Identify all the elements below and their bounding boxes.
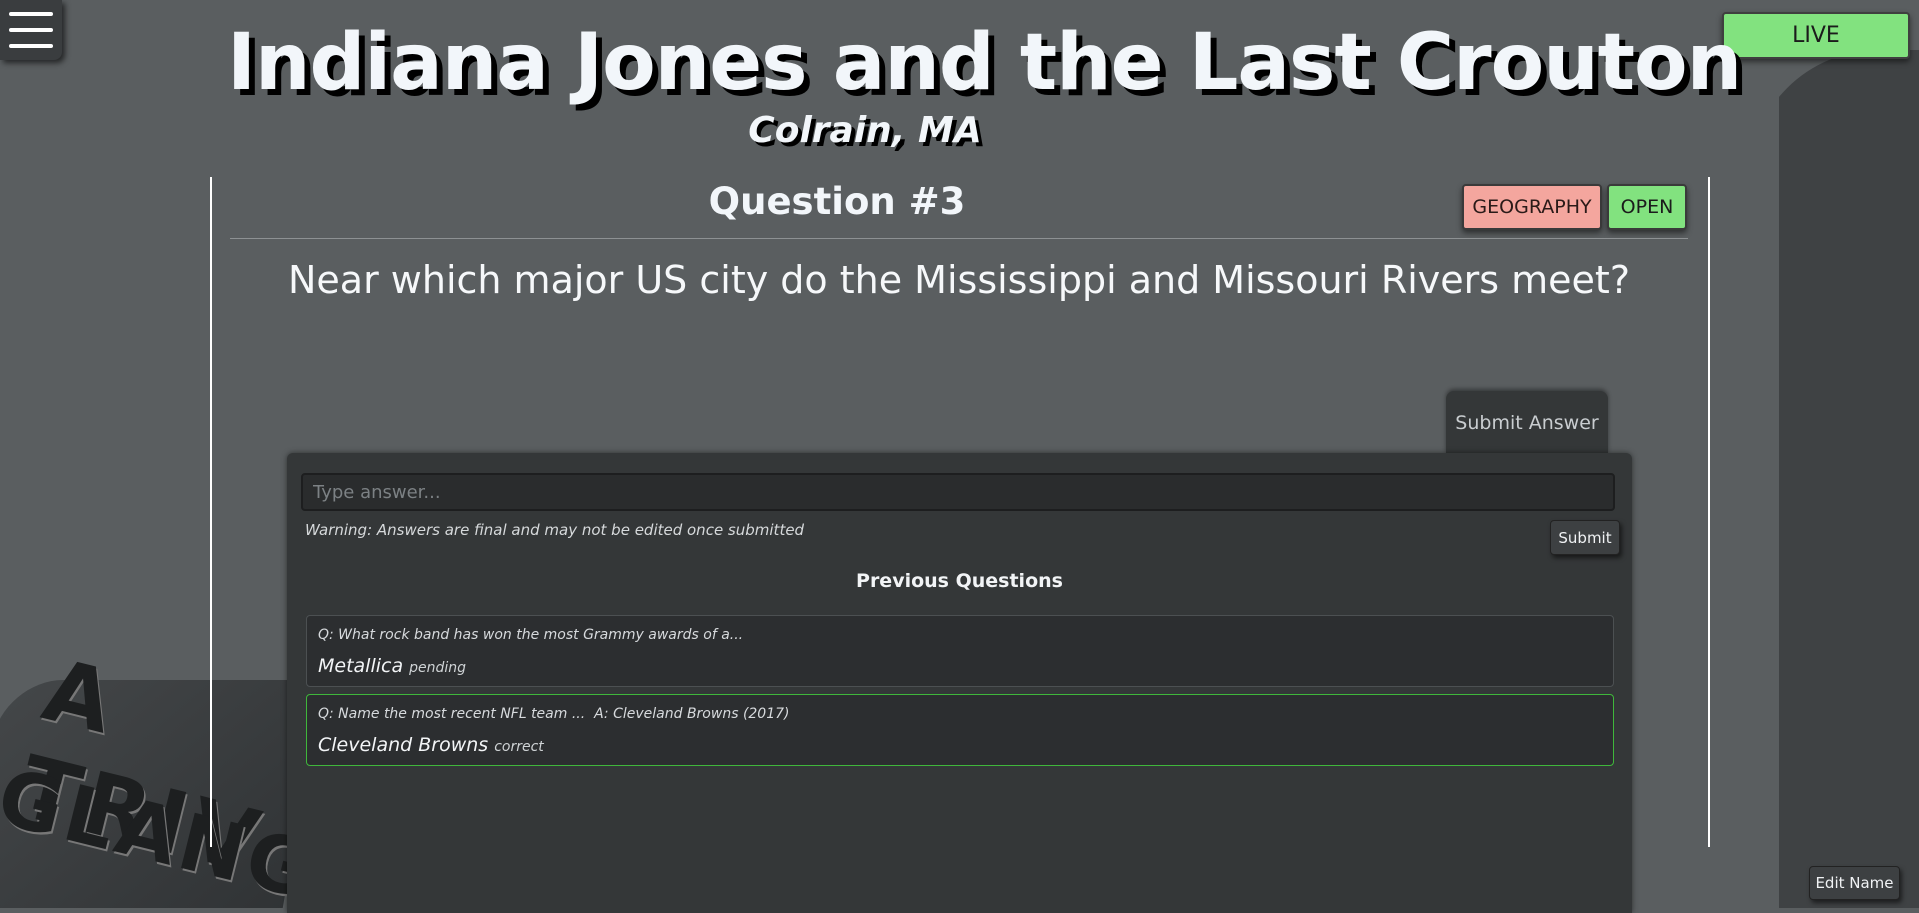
list-item: Q: Name the most recent NFL team ... A: … (306, 694, 1614, 766)
question-number: Question #3 (708, 180, 966, 223)
previous-question-text: Q: What rock band has won the most Gramm… (318, 627, 744, 643)
menu-bar (9, 28, 53, 32)
previous-answer: Cleveland Browns correct (318, 734, 544, 756)
corner-decoration (1779, 30, 1919, 908)
frame-line-left (210, 177, 212, 847)
previous-answer: Metallica pending (318, 655, 466, 677)
previous-answer-status: pending (409, 660, 467, 676)
logo: A TRIV GLANG (0, 640, 300, 908)
category-badge: GEOGRAPHY (1462, 184, 1602, 230)
answer-warning: Warning: Answers are final and may not b… (305, 521, 805, 539)
divider (230, 238, 1688, 239)
submit-button[interactable]: Submit (1550, 520, 1620, 555)
list-item: Q: What rock band has won the most Gramm… (306, 615, 1614, 687)
frame-line-right (1708, 177, 1710, 847)
hamburger-menu-icon[interactable] (0, 0, 62, 60)
game-location: Colrain, MA (748, 110, 982, 151)
previous-questions-heading: Previous Questions (856, 570, 1063, 592)
tab-submit-answer[interactable]: Submit Answer (1446, 391, 1608, 455)
answer-input[interactable] (301, 473, 1615, 511)
previous-answer-text: Cleveland Browns (318, 734, 489, 756)
menu-bar (9, 12, 53, 16)
question-status-badge: OPEN (1607, 184, 1687, 230)
live-status-badge: LIVE (1722, 12, 1910, 59)
question-text: Near which major US city do the Mississi… (287, 258, 1630, 302)
edit-name-button[interactable]: Edit Name (1809, 866, 1900, 900)
previous-question-text: Q: Name the most recent NFL team ... A: … (318, 706, 790, 722)
previous-answer-text: Metallica (318, 655, 404, 677)
previous-answer-status: correct (494, 739, 544, 755)
game-title: Indiana Jones and the Last Crouton (227, 18, 1742, 108)
menu-bar (9, 44, 53, 48)
